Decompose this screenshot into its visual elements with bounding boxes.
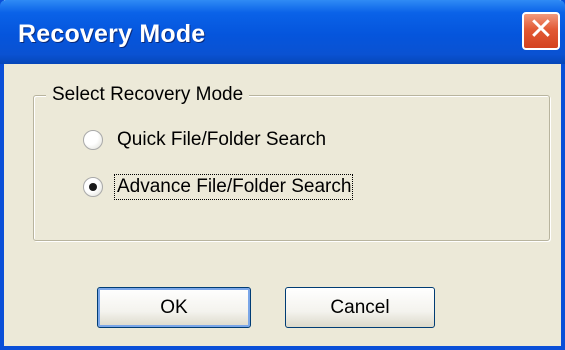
title-bar[interactable]: Recovery Mode ✕: [0, 0, 565, 64]
close-button[interactable]: ✕: [522, 12, 560, 50]
cancel-button[interactable]: Cancel: [285, 287, 435, 328]
advance-search-option[interactable]: Advance File/Folder Search: [83, 172, 354, 202]
window-title: Recovery Mode: [18, 20, 206, 48]
recovery-mode-groupbox: [33, 95, 550, 241]
quick-search-option[interactable]: Quick File/Folder Search: [83, 125, 326, 155]
groupbox-legend: Select Recovery Mode: [46, 83, 250, 107]
quick-search-label[interactable]: Quick File/Folder Search: [117, 129, 326, 151]
advance-search-label[interactable]: Advance File/Folder Search: [113, 174, 354, 200]
ok-button[interactable]: OK: [97, 287, 251, 328]
advance-search-radio[interactable]: [83, 177, 103, 197]
close-icon: ✕: [528, 12, 554, 47]
quick-search-radio[interactable]: [83, 130, 103, 150]
